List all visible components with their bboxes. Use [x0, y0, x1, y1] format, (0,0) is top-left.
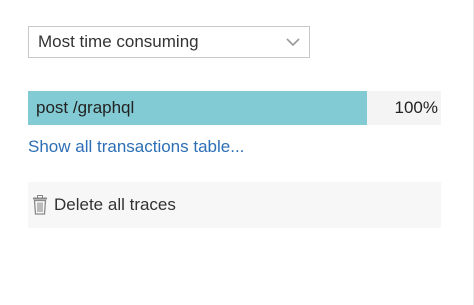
chevron-down-icon	[286, 38, 300, 47]
show-all-transactions-link[interactable]: Show all transactions table...	[28, 137, 244, 157]
transaction-percent: 100%	[394, 98, 438, 117]
trash-icon	[33, 195, 47, 215]
transaction-row[interactable]: post /graphql 100%	[28, 91, 441, 125]
sort-order-select[interactable]: Most time consuming	[28, 26, 310, 58]
transactions-panel: Most time consuming post /graphql 100% S…	[0, 0, 474, 305]
transaction-name: post /graphql	[36, 98, 135, 117]
sort-order-value: Most time consuming	[38, 32, 199, 51]
delete-all-traces-label: Delete all traces	[54, 195, 176, 214]
delete-all-traces-button[interactable]: Delete all traces	[28, 182, 441, 228]
